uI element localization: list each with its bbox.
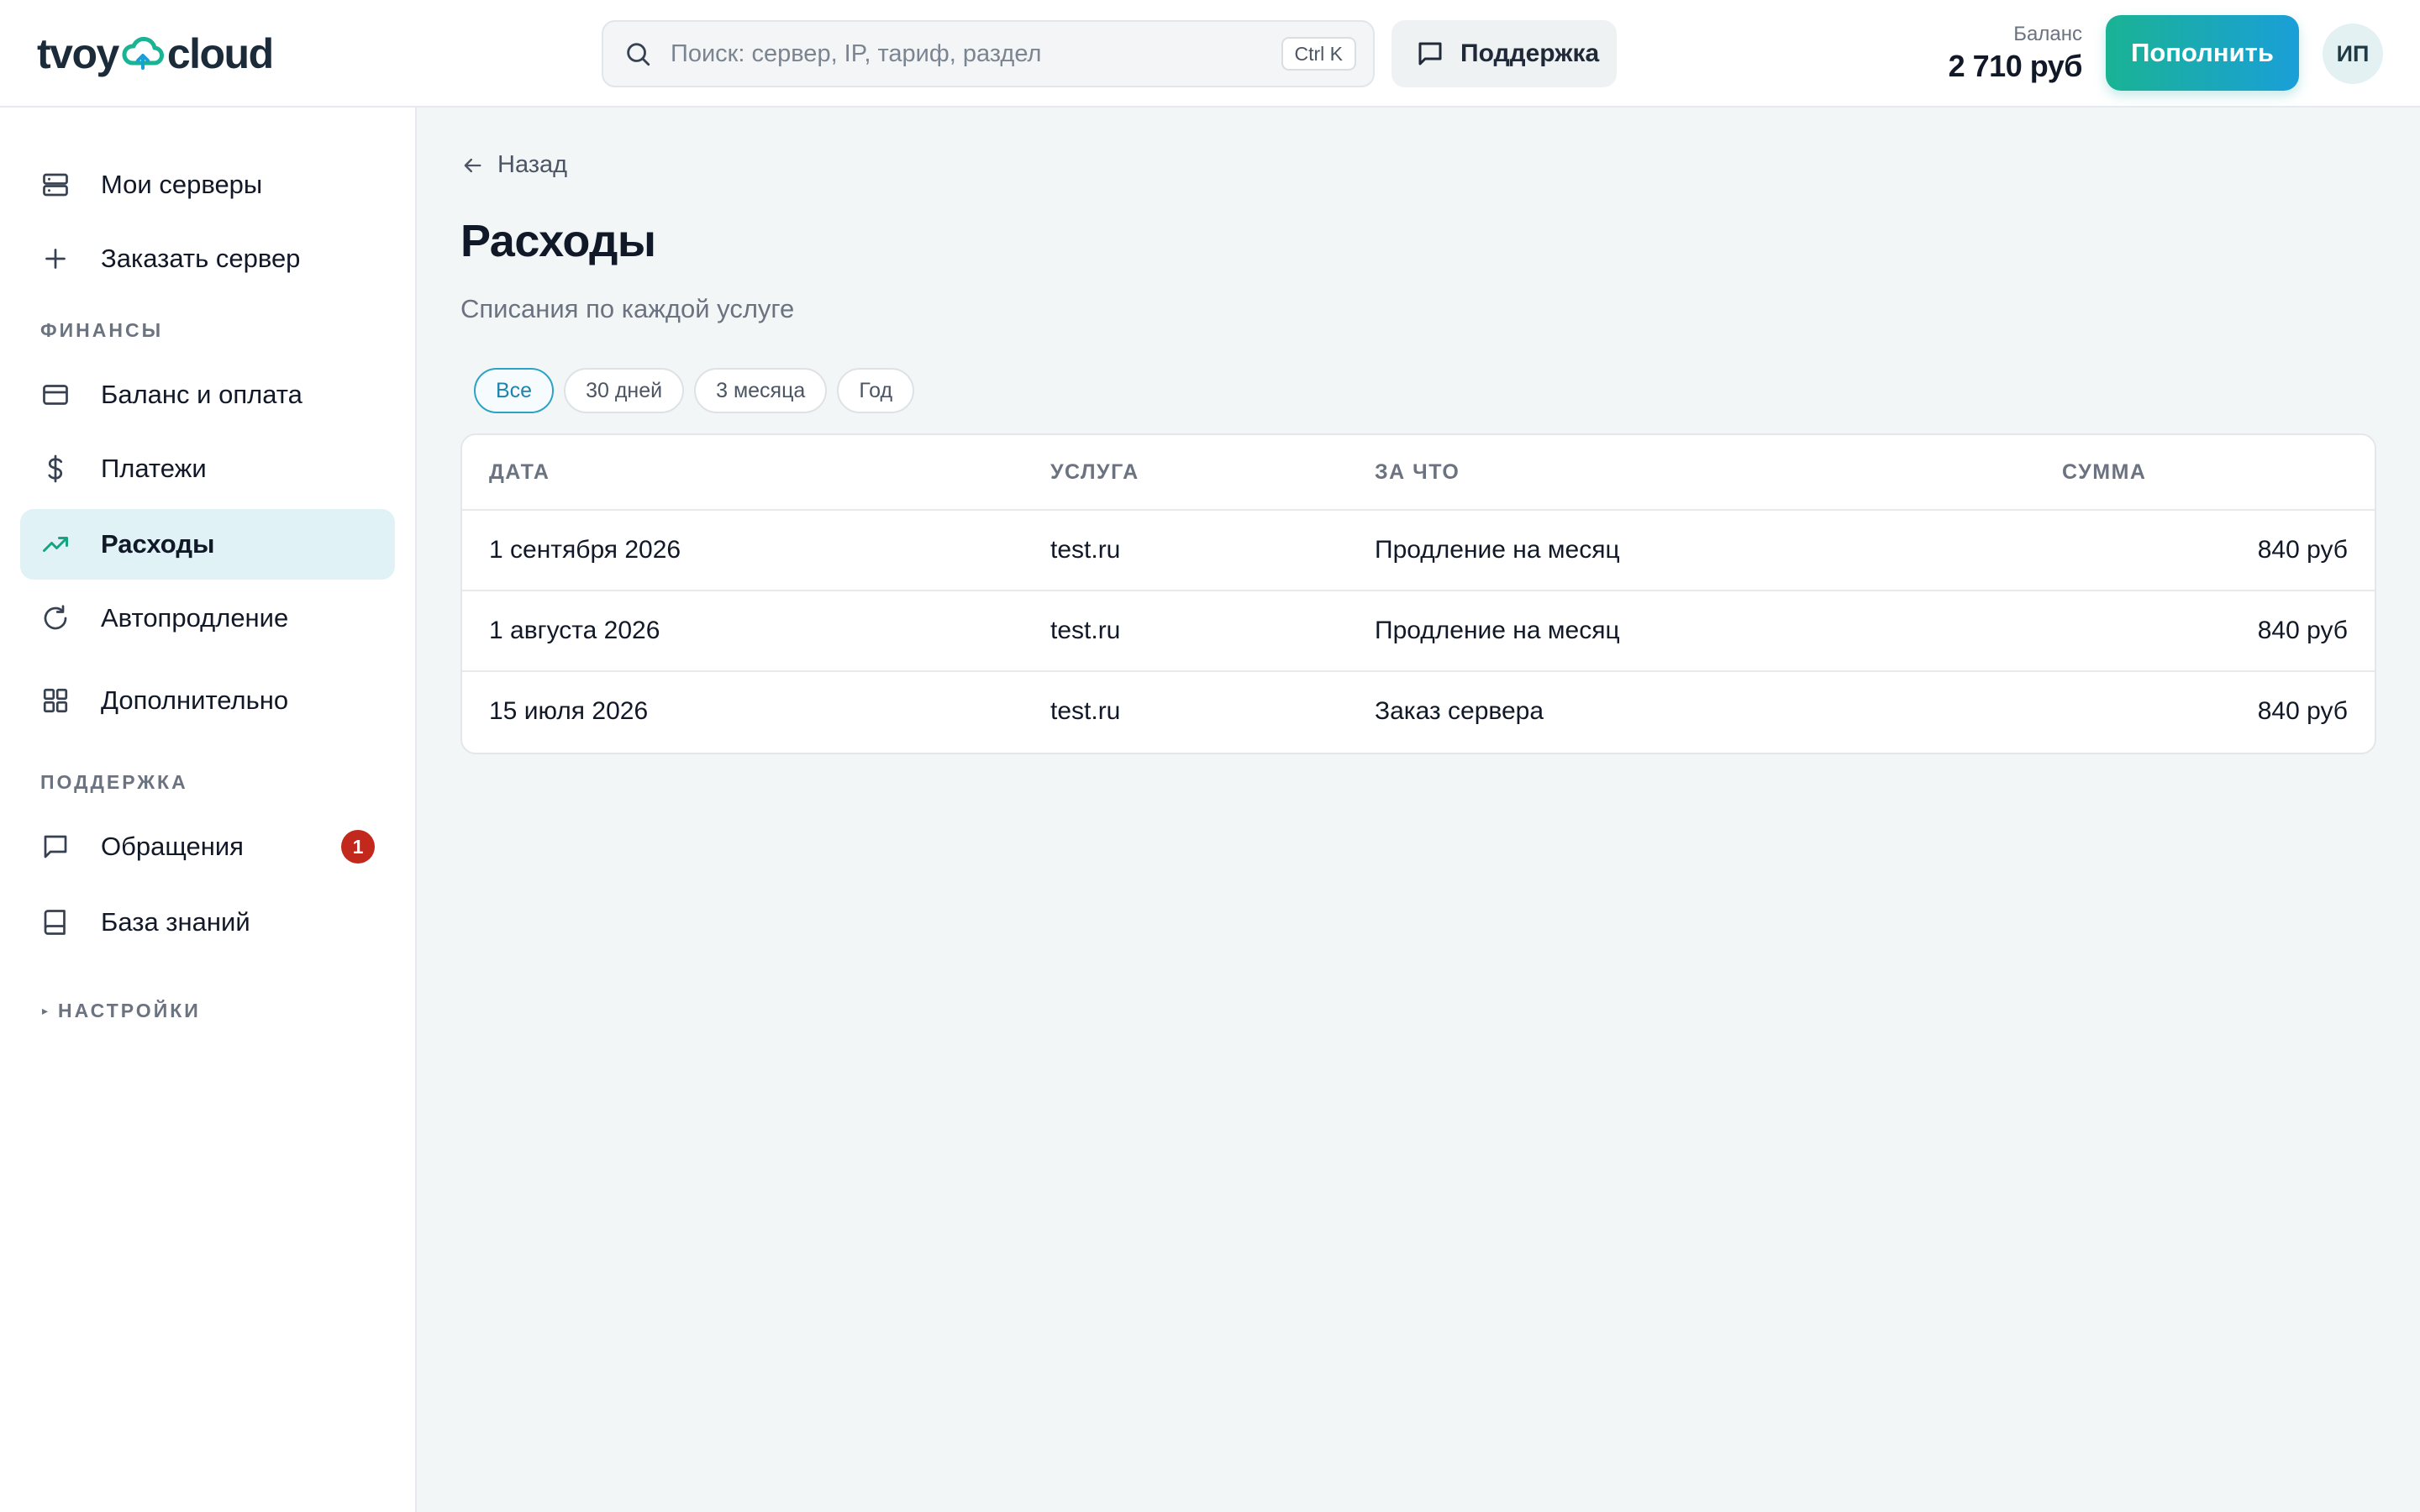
support-button[interactable]: Поддержка <box>1392 20 1617 87</box>
back-link[interactable]: Назад <box>460 151 567 179</box>
sidebar-item-additional[interactable]: Дополнительно <box>20 665 395 736</box>
page-subtitle: Списания по каждой услуге <box>460 294 795 323</box>
table-row[interactable]: 1 августа 2026 test.ru Продление на меся… <box>462 591 2375 672</box>
cell-description: Заказ сервера <box>1375 697 1544 725</box>
filter-year[interactable]: Год <box>837 368 915 413</box>
plus-icon <box>45 249 66 269</box>
book-icon <box>44 910 66 935</box>
search-input[interactable] <box>671 39 1281 68</box>
sidebar-item-label: Расходы <box>101 529 215 559</box>
message-icon <box>44 835 67 858</box>
filter-3-months[interactable]: 3 месяца <box>694 368 828 413</box>
sidebar-item-my-servers[interactable]: Мои серверы <box>20 150 395 220</box>
sidebar-item-payments[interactable]: Платежи <box>20 433 395 504</box>
refresh-icon <box>44 605 67 630</box>
arrow-left-icon <box>464 158 481 172</box>
grid-icon <box>43 688 68 713</box>
sidebar-item-label: Заказать сервер <box>101 244 301 273</box>
cell-amount: 840 руб <box>2257 697 2348 725</box>
search-bar[interactable]: Ctrl K <box>602 20 1375 87</box>
sidebar-item-label: Дополнительно <box>101 685 289 715</box>
table-row[interactable]: 15 июля 2026 test.ru Заказ сервера 840 р… <box>462 672 2375 753</box>
server-icon <box>43 173 68 197</box>
sidebar-item-label: Баланс и оплата <box>101 380 302 409</box>
balance-label: Баланс <box>2013 23 2082 45</box>
balance-value: 2 710 руб <box>1948 49 2083 83</box>
sidebar-item-knowledge-base[interactable]: База знаний <box>20 887 395 958</box>
topup-button[interactable]: Пополнить <box>2106 15 2299 91</box>
expenses-table: ДАТА УСЛУГА ЗА ЧТО СУММА 1 сентября 2026… <box>460 433 2376 754</box>
back-link-label: Назад <box>497 151 568 178</box>
sidebar-item-expenses[interactable]: Расходы <box>20 509 395 580</box>
search-icon <box>627 43 650 66</box>
cloud-logo-icon <box>122 36 164 70</box>
sidebar-item-label: Автопродление <box>101 603 289 633</box>
top-bar: tvoy cloud Ctrl K Поддержка Баланс 2 710… <box>0 0 2420 108</box>
credit-card-icon <box>43 385 68 405</box>
sidebar-item-label: Платежи <box>101 454 207 483</box>
cell-amount: 840 руб <box>2257 536 2348 564</box>
logo-text-left: tvoy <box>37 30 119 77</box>
balance-display: Баланс 2 710 руб <box>1948 22 2083 86</box>
column-header-description: ЗА ЧТО <box>1375 460 1460 484</box>
section-title-settings: НАСТРОЙКИ <box>58 1000 201 1021</box>
filter-30-days[interactable]: 30 дней <box>564 368 685 413</box>
avatar[interactable]: ИП <box>2323 24 2383 84</box>
cell-date: 1 августа 2026 <box>489 617 660 644</box>
support-button-label: Поддержка <box>1460 39 1600 67</box>
settings-section-toggle[interactable]: ▸ НАСТРОЙКИ <box>42 1000 201 1022</box>
sidebar-item-label: База знаний <box>101 907 250 937</box>
logo[interactable]: tvoy cloud <box>37 29 274 79</box>
sidebar-item-order-server[interactable]: Заказать сервер <box>20 223 395 294</box>
section-title-support: ПОДДЕРЖКА <box>40 771 188 793</box>
chevron-right-icon: ▸ <box>42 1004 49 1017</box>
trending-up-icon <box>43 537 68 552</box>
cell-amount: 840 руб <box>2257 617 2348 644</box>
cell-description: Продление на месяц <box>1375 617 1620 644</box>
filter-all[interactable]: Все <box>474 368 555 413</box>
sidebar-item-balance[interactable]: Баланс и оплата <box>20 360 395 430</box>
sidebar-item-autorenew[interactable]: Автопродление <box>20 583 395 654</box>
cell-date: 1 сентября 2026 <box>489 536 681 564</box>
cell-service: test.ru <box>1050 617 1121 644</box>
cell-date: 15 июля 2026 <box>489 697 649 725</box>
cell-description: Продление на месяц <box>1375 536 1620 564</box>
cell-service: test.ru <box>1050 697 1121 725</box>
column-header-service: УСЛУГА <box>1050 460 1139 484</box>
cell-service: test.ru <box>1050 536 1121 564</box>
sidebar-item-tickets[interactable]: Обращения 1 <box>20 811 395 882</box>
period-filters: Все 30 дней 3 месяца Год <box>474 368 915 413</box>
page-title: Расходы <box>460 216 656 266</box>
notification-badge: 1 <box>341 830 375 864</box>
section-title-finance: ФИНАНСЫ <box>40 319 164 341</box>
search-shortcut-hint: Ctrl K <box>1281 37 1356 71</box>
logo-text-right: cloud <box>166 30 274 77</box>
column-header-amount: СУММА <box>2062 460 2147 484</box>
table-row[interactable]: 1 сентября 2026 test.ru Продление на мес… <box>462 511 2375 591</box>
message-icon <box>1418 42 1442 66</box>
table-header: ДАТА УСЛУГА ЗА ЧТО СУММА <box>462 435 2375 511</box>
column-header-date: ДАТА <box>489 460 550 484</box>
sidebar-item-label: Мои серверы <box>101 170 263 199</box>
dollar-icon <box>48 454 63 483</box>
sidebar: Мои серверы Заказать сервер ФИНАНСЫ Бала… <box>0 108 417 1512</box>
sidebar-item-label: Обращения <box>101 832 244 861</box>
